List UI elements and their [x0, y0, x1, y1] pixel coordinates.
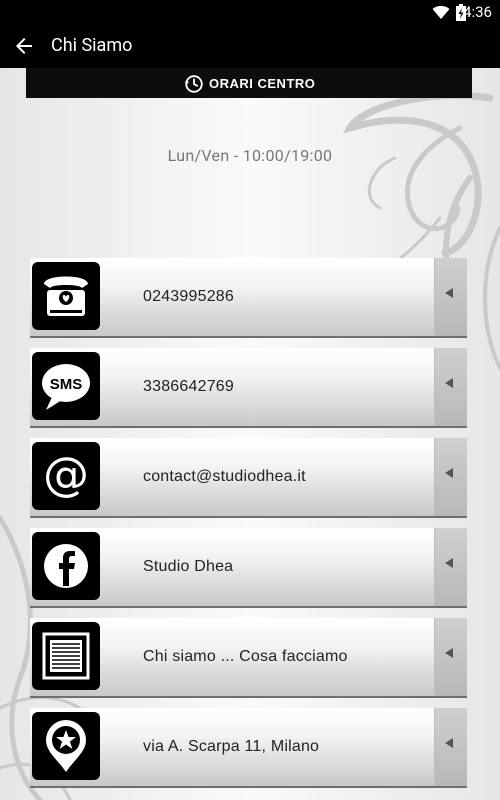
- status-time: 4:36: [463, 3, 492, 21]
- contact-row-facebook[interactable]: Studio Dhea: [30, 528, 467, 608]
- contact-row-email[interactable]: @ contact@studiodhea.it: [30, 438, 467, 518]
- svg-text:@: @: [43, 447, 89, 501]
- chevron-left-icon[interactable]: [434, 618, 467, 696]
- contact-label: contact@studiodhea.it: [143, 468, 306, 485]
- contact-label: 3386642769: [143, 378, 234, 395]
- page-title: Chi Siamo: [51, 35, 133, 56]
- svg-text:SMS: SMS: [50, 376, 83, 393]
- at-sign-icon: @: [32, 442, 100, 510]
- facebook-icon: [32, 532, 100, 600]
- contact-label: 0243995286: [143, 288, 234, 305]
- contact-row-phone[interactable]: 0243995286: [30, 258, 467, 338]
- contact-label: Chi siamo ... Cosa facciamo: [143, 648, 348, 665]
- chevron-left-icon[interactable]: [434, 708, 467, 786]
- contact-row-about[interactable]: Chi siamo ... Cosa facciamo: [30, 618, 467, 698]
- chevron-left-icon[interactable]: [434, 528, 467, 606]
- action-bar: Chi Siamo: [0, 24, 500, 68]
- opening-hours-header[interactable]: ORARI CENTRO: [26, 68, 472, 98]
- opening-hours-label: ORARI CENTRO: [209, 76, 316, 91]
- contact-label: via A. Scarpa 11, Milano: [143, 738, 320, 755]
- sms-bubble-icon: SMS: [32, 352, 100, 420]
- contact-row-address[interactable]: via A. Scarpa 11, Milano: [30, 708, 467, 788]
- wifi-icon: [432, 5, 450, 19]
- chevron-left-icon[interactable]: [434, 438, 467, 516]
- map-pin-star-icon: [32, 712, 100, 780]
- telephone-heart-icon: [32, 262, 100, 330]
- contact-label: Studio Dhea: [143, 558, 234, 575]
- content-area: ORARI CENTRO Lun/Ven - 10:00/19:00 02439…: [0, 68, 500, 800]
- clock-history-icon: [184, 75, 203, 93]
- chevron-left-icon[interactable]: [434, 348, 467, 426]
- back-arrow-icon[interactable]: [12, 34, 36, 58]
- chevron-left-icon[interactable]: [434, 258, 467, 336]
- document-icon: [32, 622, 100, 690]
- status-bar: 4:36: [0, 0, 500, 24]
- contact-row-sms[interactable]: SMS 3386642769: [30, 348, 467, 428]
- opening-hours-text: Lun/Ven - 10:00/19:00: [167, 146, 333, 165]
